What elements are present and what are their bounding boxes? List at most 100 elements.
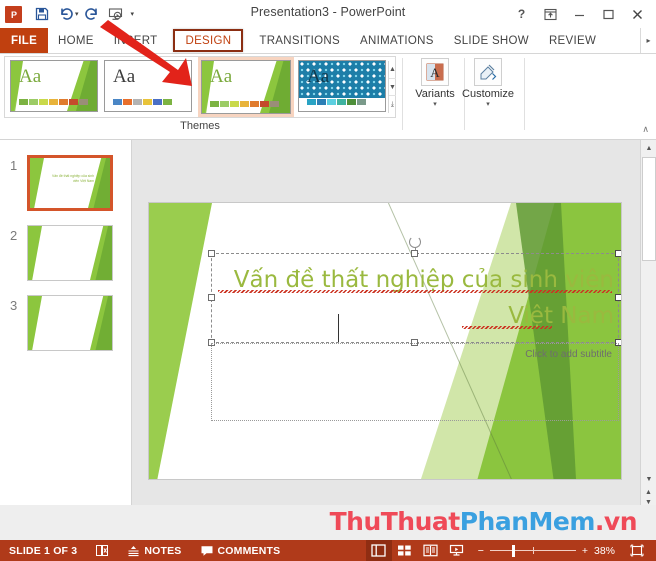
theme-scroll-up-icon[interactable]: ▲ (389, 61, 396, 79)
subtitle-placeholder[interactable]: Click to add subtitle (211, 343, 619, 421)
powerpoint-window: P ▾ ▾ Presentation3 - PowerPoint ? FILE … (0, 0, 656, 561)
minimize-button[interactable] (565, 2, 594, 26)
zoom-out-button[interactable]: − (478, 545, 484, 557)
theme-scroll-down-icon[interactable]: ▼ (389, 79, 396, 97)
slide-pane-scrollbar[interactable] (118, 140, 131, 505)
thumb-green-left-shape (28, 226, 42, 280)
slide-thumbnail-2[interactable]: 2 (0, 218, 131, 288)
group-separator (524, 58, 525, 130)
slide-thumbnail-image (27, 225, 113, 281)
theme-thumbnail: Aa (104, 60, 192, 112)
theme-wisp-pattern[interactable]: Aa (298, 60, 388, 114)
theme-facet-green[interactable]: Aa (10, 60, 100, 114)
comments-label: COMMENTS (217, 544, 281, 557)
maximize-button[interactable] (594, 2, 623, 26)
tab-design[interactable]: DESIGN (173, 29, 244, 52)
theme-white[interactable]: Aa (104, 60, 194, 114)
theme-gallery-scroll: ▲ ▼ ⤓ (388, 61, 396, 113)
slide-title-text: Vấn đề thất nghiệp của sinh viên Việt Na… (216, 262, 614, 334)
view-buttons (365, 540, 470, 561)
zoom-in-button[interactable]: + (582, 545, 588, 557)
theme-thumbnail: Aa (201, 60, 291, 114)
slide-count-label[interactable]: SLIDE 1 OF 3 (0, 540, 86, 561)
slide-editing-canvas[interactable]: Vấn đề thất nghiệp của sinh viên Việt Na… (132, 140, 640, 505)
zoom-control: − + 38% (470, 544, 656, 557)
zoom-slider-tick (532, 546, 534, 554)
svg-text:A: A (430, 65, 440, 80)
theme-color-swatches (113, 99, 172, 105)
tab-transitions[interactable]: TRANSITIONS (249, 28, 350, 53)
canvas-vertical-scrollbar[interactable]: ▲ ▼ (640, 140, 656, 487)
slideshow-button[interactable] (444, 540, 470, 561)
group-separator (402, 58, 403, 130)
tab-animations[interactable]: ANIMATIONS (350, 28, 444, 53)
zoom-level-label[interactable]: 38% (594, 545, 620, 557)
close-button[interactable] (623, 2, 652, 26)
theme-thumbnail: Aa (10, 60, 98, 112)
customize-label: Customize (462, 88, 514, 100)
slide-thumbnail-title: Vấn đề thất nghiệp của sinh viên Việt Na… (51, 174, 94, 183)
reading-view-button[interactable] (418, 540, 444, 561)
notes-button[interactable]: NOTES (118, 540, 190, 561)
customize-button[interactable]: Customize ▾ (455, 58, 521, 108)
spellcheck-icon[interactable] (86, 540, 118, 561)
scrollbar-thumb[interactable] (642, 157, 656, 261)
resize-handle-ne[interactable] (615, 250, 621, 257)
watermark-part-2: PhanMem (459, 507, 596, 536)
zoom-slider[interactable] (489, 544, 576, 557)
tab-home[interactable]: HOME (48, 28, 104, 53)
subtitle-placeholder-text: Click to add subtitle (525, 349, 612, 360)
theme-aa-label: Aa (113, 66, 136, 87)
scroll-up-icon[interactable]: ▲ (641, 140, 656, 156)
customize-dropdown-icon[interactable]: ▾ (486, 101, 490, 108)
previous-slide-icon[interactable]: ▲ (645, 489, 652, 496)
slide-thumbnail-image: Vấn đề thất nghiệp của sinh viên Việt Na… (27, 155, 113, 211)
tab-file[interactable]: FILE (0, 28, 48, 53)
title-bar: P ▾ ▾ Presentation3 - PowerPoint ? (0, 0, 656, 28)
slide-thumbnail-3[interactable]: 3 (0, 288, 131, 358)
tab-slide-show[interactable]: SLIDE SHOW (444, 28, 539, 53)
customize-icon (474, 58, 502, 86)
ribbon-tab-strip: FILE HOME INSERT DESIGN TRANSITIONS ANIM… (0, 28, 656, 54)
resize-handle-e[interactable] (615, 294, 621, 301)
tab-overflow-icon[interactable]: ▸ (640, 28, 656, 53)
watermark-part-1: ThuThuat (329, 507, 461, 536)
current-slide[interactable]: Vấn đề thất nghiệp của sinh viên Việt Na… (148, 202, 622, 480)
notes-label: NOTES (144, 544, 182, 557)
normal-view-button[interactable] (365, 540, 392, 561)
slide-sorter-button[interactable] (392, 540, 418, 561)
ribbon-design: Aa Aa Aa Aa ▲ ▼ ⤓ Themes A Variants ▾ Cu… (0, 54, 656, 140)
scroll-down-icon[interactable]: ▼ (641, 471, 656, 487)
title-placeholder[interactable]: Vấn đề thất nghiệp của sinh viên Việt Na… (208, 236, 621, 346)
theme-aa-label: Aa (307, 66, 330, 87)
status-bar: SLIDE 1 OF 3 NOTES COMMENTS − + 38% (0, 540, 656, 561)
theme-gallery-more-icon[interactable]: ⤓ (389, 96, 396, 113)
resize-handle-n[interactable] (411, 250, 418, 257)
thuthuatphanmem-watermark: ThuThuatPhanMem.vn (329, 507, 638, 536)
theme-color-swatches (19, 99, 88, 105)
help-button[interactable]: ? (507, 2, 536, 26)
resize-handle-nw[interactable] (208, 250, 215, 257)
theme-facet-green-applied[interactable]: Aa (198, 57, 294, 117)
theme-aa-label: Aa (19, 66, 42, 87)
theme-color-swatches (307, 99, 366, 105)
slide-thumbnail-image (27, 295, 113, 351)
zoom-slider-thumb[interactable] (511, 544, 515, 557)
ribbon-display-options-button[interactable] (536, 2, 565, 26)
resize-handle-w[interactable] (208, 294, 215, 301)
rotate-handle-icon[interactable] (409, 236, 421, 248)
thumb-green-left-shape (30, 158, 44, 208)
text-cursor (338, 314, 339, 342)
comments-button[interactable]: COMMENTS (191, 540, 290, 561)
variants-icon: A (421, 58, 449, 86)
variants-dropdown-icon[interactable]: ▾ (433, 101, 437, 108)
fit-slide-icon[interactable] (626, 544, 648, 557)
tab-insert[interactable]: INSERT (104, 28, 168, 53)
themes-gallery: Aa Aa Aa Aa ▲ ▼ ⤓ (4, 56, 396, 118)
slide-thumbnail-pane[interactable]: 1 Vấn đề thất nghiệp của sinh viên Việt … (0, 140, 132, 505)
slide-thumbnail-1[interactable]: 1 Vấn đề thất nghiệp của sinh viên Việt … (0, 148, 131, 218)
thumb-green-left-shape (28, 296, 42, 350)
tab-review[interactable]: REVIEW (539, 28, 606, 53)
collapse-ribbon-icon[interactable]: ∧ (642, 124, 649, 135)
theme-strip: Aa Aa Aa Aa (5, 57, 388, 117)
